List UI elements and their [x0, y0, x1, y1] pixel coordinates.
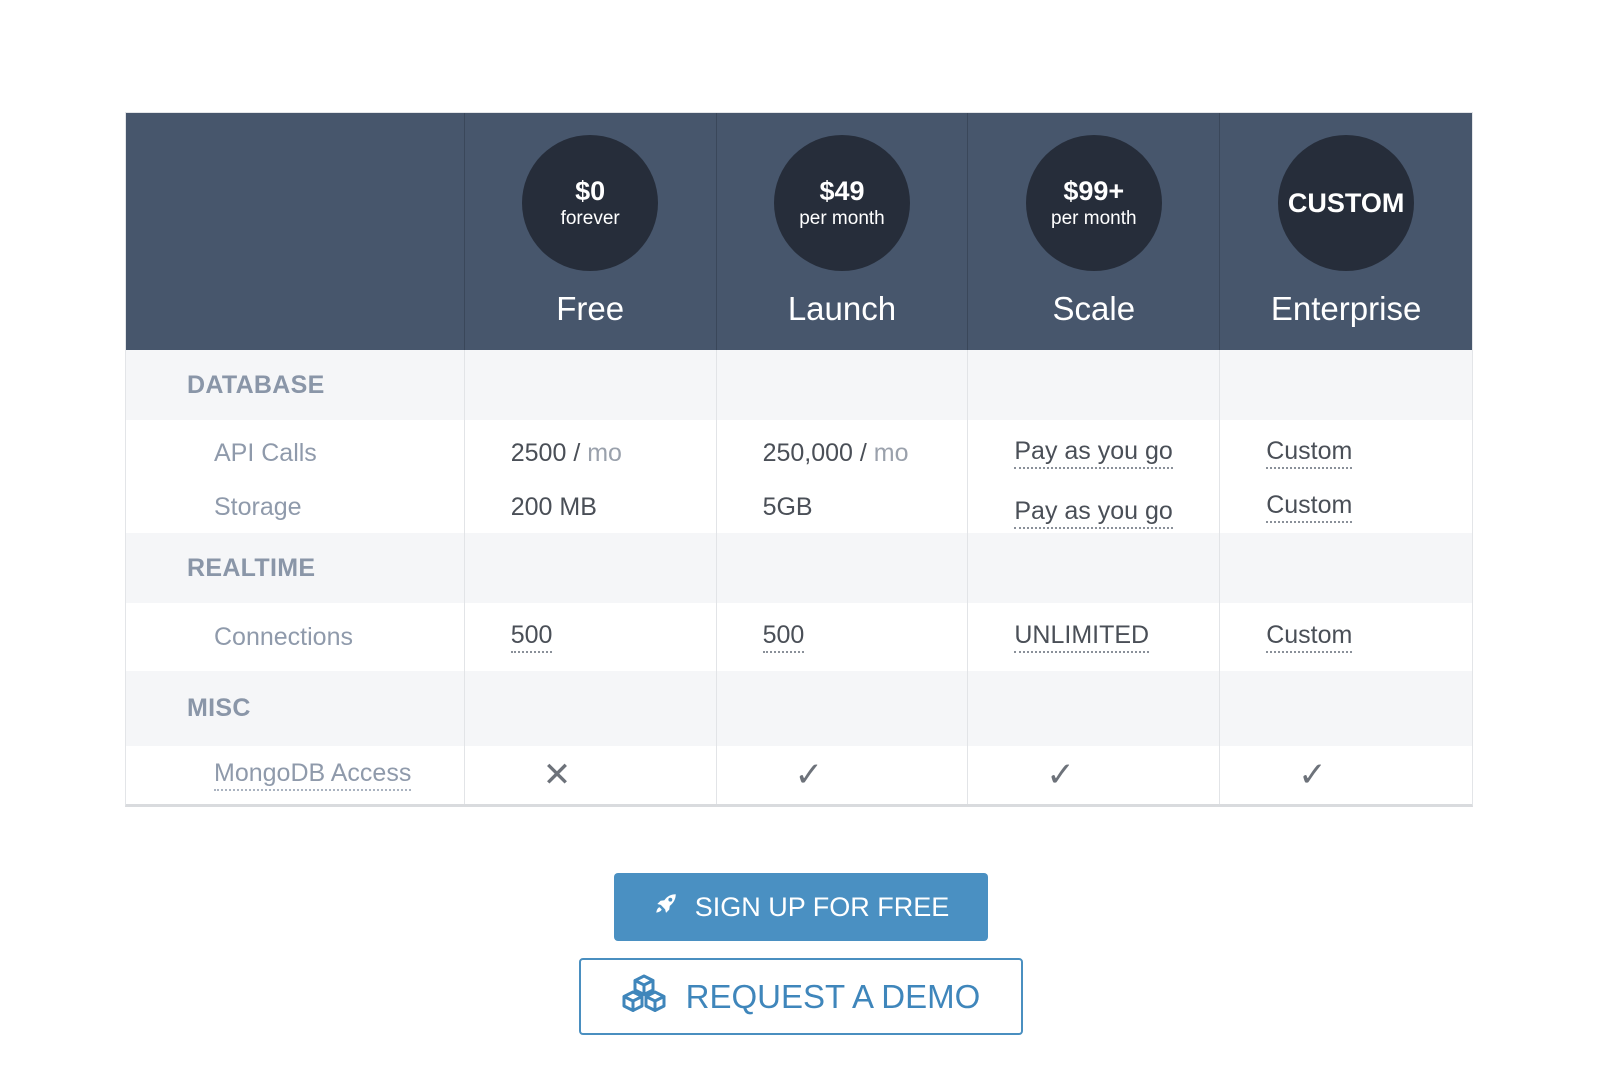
plan-name-free: Free: [556, 290, 625, 327]
check-icon: ✓: [794, 756, 824, 794]
price-free: $0: [575, 176, 606, 206]
plan-name-scale: Scale: [1052, 290, 1136, 327]
feature-label-storage: Storage: [214, 492, 302, 521]
sign-up-button[interactable]: SIGN UP FOR FREE: [614, 873, 988, 941]
price-launch: $49: [819, 176, 865, 206]
price-badge-enterprise: CUSTOM: [1278, 135, 1415, 271]
rows-misc: MongoDB Access ✕ ✓ ✓ ✓: [126, 746, 1472, 804]
storage-launch: 5GB: [762, 492, 813, 521]
period-free: forever: [560, 208, 620, 229]
connections-launch[interactable]: 500: [717, 603, 968, 671]
price-scale: $99+: [1063, 176, 1125, 206]
pricing-table: $0 forever Free $49 per month Launch $99…: [125, 112, 1473, 807]
check-icon: ✓: [1046, 756, 1075, 794]
rows-database: API Calls Storage 2500 / mo 200 MB 250,0…: [126, 420, 1472, 533]
section-title-database: DATABASE: [126, 350, 465, 420]
pricing-header: $0 forever Free $49 per month Launch $99…: [126, 113, 1472, 350]
plan-launch: $49 per month Launch: [717, 113, 969, 350]
rows-realtime: Connections 500 500 UNLIMITED Custom: [126, 603, 1472, 671]
api-calls-free: 2500 / mo: [510, 438, 622, 467]
plan-name-launch: Launch: [787, 290, 897, 327]
api-calls-launch: 250,000 / mo: [762, 438, 909, 467]
api-calls-enterprise[interactable]: Custom: [1220, 426, 1472, 480]
connections-free[interactable]: 500: [465, 603, 716, 671]
storage-free: 200 MB: [510, 492, 597, 521]
feature-label-connections: Connections: [214, 622, 353, 651]
price-badge-launch: $49 per month: [773, 135, 910, 271]
feature-label-mongodb-access[interactable]: MongoDB Access: [126, 746, 464, 804]
connections-scale[interactable]: UNLIMITED: [968, 603, 1219, 671]
header-empty-cell: [126, 113, 465, 350]
section-database: DATABASE: [126, 350, 1472, 420]
plan-free: $0 forever Free: [465, 113, 717, 350]
plan-enterprise: CUSTOM Enterprise: [1220, 113, 1472, 350]
rocket-icon: [653, 891, 679, 924]
cross-icon: ✕: [542, 756, 572, 794]
connections-enterprise[interactable]: Custom: [1220, 603, 1472, 671]
sign-up-label: SIGN UP FOR FREE: [694, 891, 950, 922]
price-enterprise: CUSTOM: [1287, 188, 1405, 218]
request-demo-label: REQUEST A DEMO: [685, 977, 981, 1015]
period-scale: per month: [1051, 208, 1137, 229]
feature-label-api-calls: API Calls: [214, 438, 317, 467]
check-icon: ✓: [1298, 756, 1327, 794]
section-realtime: REALTIME: [126, 533, 1472, 603]
cubes-icon: [622, 974, 666, 1020]
storage-scale[interactable]: Pay as you go: [968, 480, 1219, 534]
request-demo-button[interactable]: REQUEST A DEMO: [579, 958, 1023, 1035]
plan-scale: $99+ per month Scale: [968, 113, 1221, 350]
storage-enterprise[interactable]: Custom: [1220, 480, 1472, 534]
section-misc: MISC: [126, 671, 1472, 746]
section-title-realtime: REALTIME: [126, 533, 465, 603]
price-badge-scale: $99+ per month: [1025, 135, 1162, 271]
period-launch: per month: [799, 208, 885, 229]
price-badge-free: $0 forever: [522, 135, 659, 271]
section-title-misc: MISC: [126, 671, 465, 746]
api-calls-scale[interactable]: Pay as you go: [968, 426, 1219, 480]
plan-name-enterprise: Enterprise: [1270, 290, 1422, 327]
